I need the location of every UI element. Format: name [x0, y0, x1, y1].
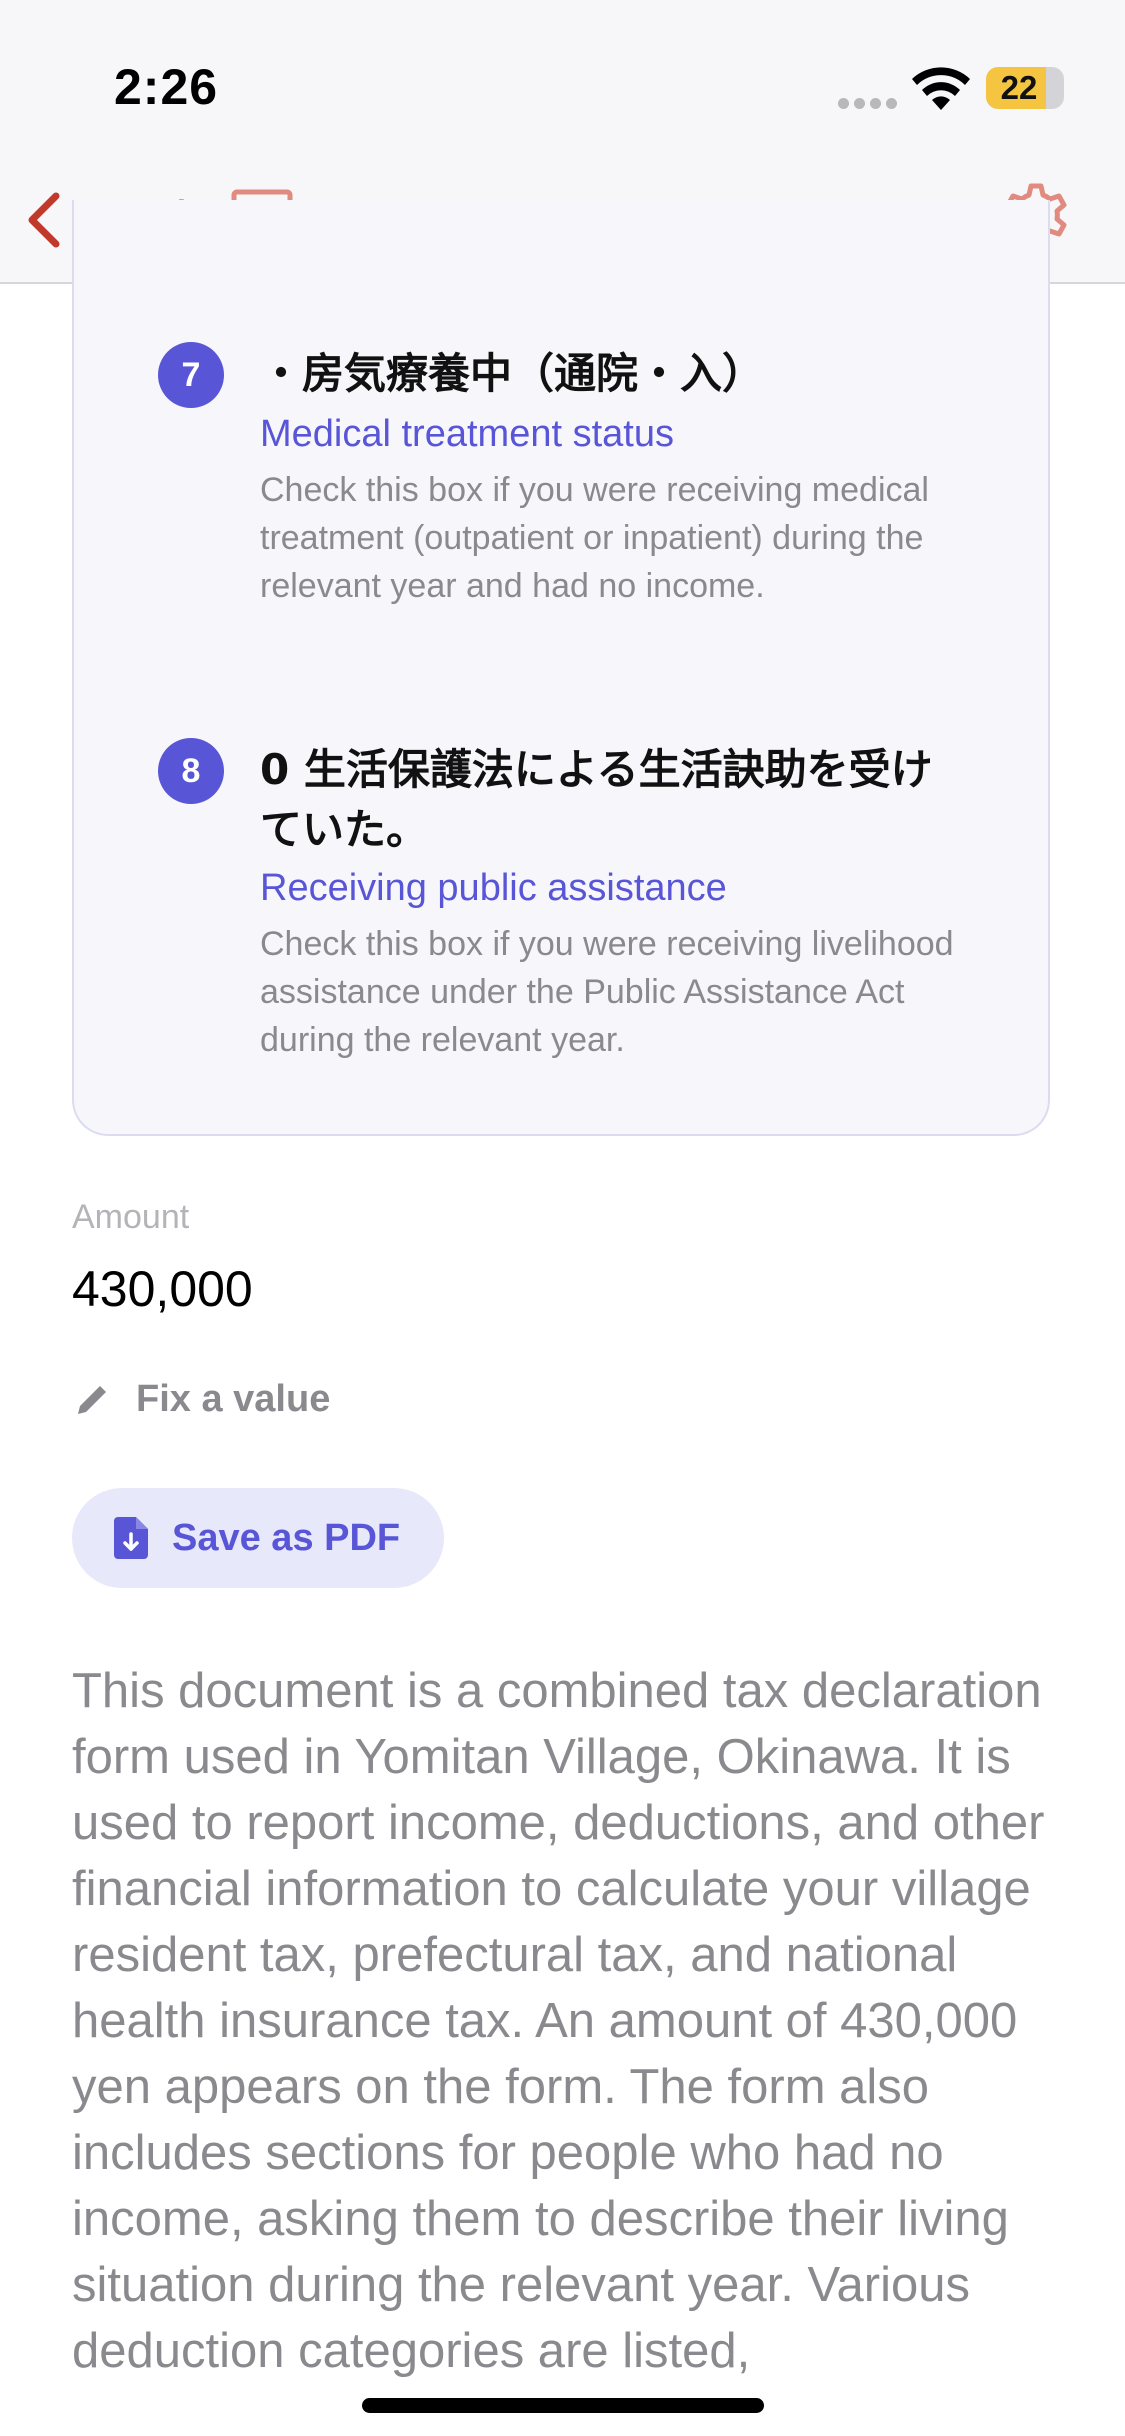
status-bar: 2:26 22: [0, 0, 1125, 160]
item-description: Check this box if you were receiving med…: [260, 471, 929, 605]
amount-value: 430,000: [72, 1261, 253, 1317]
save-as-pdf-button[interactable]: Save as PDF: [72, 1488, 444, 1588]
document-summary: This document is a combined tax declarat…: [72, 1664, 1045, 2378]
item-title-jp: ・房気療養中（通院・入）: [260, 349, 765, 398]
battery-level: 22: [1000, 69, 1038, 106]
item-title-en: Receiving public assistance: [260, 867, 727, 909]
battery-icon: 22: [986, 67, 1064, 109]
cellular-signal-icon: [838, 96, 902, 109]
deduction-info-card: 7 ・房気療養中（通院・入） Medical treatment status …: [72, 200, 1050, 1136]
fix-value-label: Fix a value: [136, 1378, 331, 1420]
fix-value-button[interactable]: Fix a value: [72, 1378, 330, 1421]
card-item: 8 0 生活保護法による生活訣助を受けていた。 Receiving public…: [158, 738, 958, 1118]
save-as-pdf-label: Save as PDF: [172, 1516, 401, 1559]
status-time: 2:26: [114, 59, 219, 115]
home-indicator[interactable]: [362, 2398, 764, 2413]
item-title-jp: 0 生活保護法による生活訣助を受けていた。: [260, 745, 933, 854]
item-description: Check this box if you were receiving liv…: [260, 925, 954, 1059]
document-download-icon: [114, 1517, 148, 1559]
item-number-badge: 8: [158, 738, 224, 804]
card-item: 7 ・房気療養中（通院・入） Medical treatment status …: [158, 342, 958, 642]
wifi-icon: [912, 67, 970, 110]
chevron-left-icon: [28, 192, 60, 248]
pencil-icon: [78, 1385, 106, 1414]
amount-label: Amount: [72, 1198, 190, 1236]
item-number-badge: 7: [158, 342, 224, 408]
item-title-en: Medical treatment status: [260, 413, 674, 455]
